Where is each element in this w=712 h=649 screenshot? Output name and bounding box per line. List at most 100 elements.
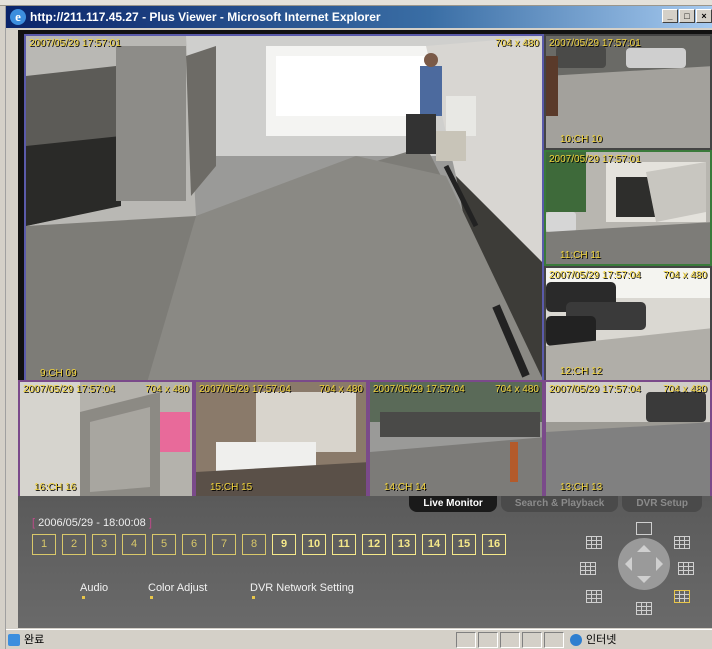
status-bar: 완료 인터넷: [6, 629, 712, 649]
maximize-icon[interactable]: □: [679, 9, 695, 23]
grid-9-icon[interactable]: [674, 536, 690, 549]
title-bar[interactable]: e http://211.117.45.27 - Plus Viewer - M…: [6, 6, 712, 28]
channel-button-9[interactable]: 9: [272, 534, 296, 555]
channel-buttons: 1 2 3 4 5 6 7 8 9 10 11 12 13 14 15 16: [32, 534, 506, 555]
mode-tabs: Live Monitor Search & Playback DVR Setup: [409, 496, 702, 514]
grid-16-icon[interactable]: [636, 602, 652, 615]
camera-timestamp: 2007/05/29 17:57:04: [549, 270, 641, 281]
tab-live-monitor[interactable]: Live Monitor: [409, 496, 497, 512]
tab-dvr-setup[interactable]: DVR Setup: [622, 496, 702, 512]
channel-button-6[interactable]: 6: [182, 534, 206, 555]
channel-button-8[interactable]: 8: [242, 534, 266, 555]
camera-bottom-4[interactable]: 2007/05/29 17:57:04 704 x 480 13:CH 13: [544, 380, 712, 498]
channel-button-10[interactable]: 10: [302, 534, 326, 555]
camera-resolution: 704 x 480: [495, 384, 539, 395]
camera-main[interactable]: 2007/05/29 17:57:01 704 x 480 9:CH 09: [24, 34, 544, 384]
audio-menu[interactable]: Audio: [80, 582, 108, 599]
bracket-open: [: [32, 517, 36, 529]
control-panel: Live Monitor Search & Playback DVR Setup…: [18, 496, 712, 628]
camera-timestamp: 2007/05/29 17:57:01: [29, 38, 121, 49]
grid-13-icon[interactable]: [674, 590, 690, 603]
camera-resolution: 704 x 480: [663, 384, 707, 395]
camera-resolution: 704 x 480: [663, 270, 707, 281]
arrow-left-icon[interactable]: [618, 557, 632, 571]
camera-channel-label: 11:CH 11: [560, 250, 601, 261]
channel-button-12[interactable]: 12: [362, 534, 386, 555]
camera-bottom-2[interactable]: 2007/05/29 17:57:04 704 x 480 15:CH 15: [194, 380, 368, 498]
camera-bottom-1-image: [20, 382, 192, 496]
grid-8-icon[interactable]: [678, 562, 694, 575]
grid-10-icon[interactable]: [586, 590, 602, 603]
bracket-close: ]: [148, 517, 152, 529]
grid-4-icon[interactable]: [586, 536, 602, 549]
arrow-right-icon[interactable]: [656, 557, 670, 571]
camera-bottom-3[interactable]: 2007/05/29 17:57:04 704 x 480 14:CH 14: [368, 380, 544, 498]
channel-button-16[interactable]: 16: [482, 534, 506, 555]
browser-window: e http://211.117.45.27 - Plus Viewer - M…: [0, 0, 712, 649]
dvr-network-setting-menu[interactable]: DVR Network Setting: [250, 582, 354, 599]
single-view-icon[interactable]: [636, 522, 652, 535]
channel-button-4[interactable]: 4: [122, 534, 146, 555]
page-done-icon: [8, 634, 20, 646]
camera-channel-label: 9:CH 09: [40, 368, 77, 379]
current-datetime: [ 2006/05/29 - 18:00:08 ]: [32, 517, 152, 529]
channel-button-14[interactable]: 14: [422, 534, 446, 555]
status-segment: [456, 632, 476, 648]
camera-channel-label: 10:CH 10: [560, 134, 603, 145]
channel-button-7[interactable]: 7: [212, 534, 236, 555]
window-title: http://211.117.45.27 - Plus Viewer - Mic…: [30, 10, 381, 24]
status-text: 완료: [24, 634, 45, 646]
camera-resolution: 704 x 480: [319, 384, 363, 395]
camera-timestamp: 2007/05/29 17:57:01: [549, 38, 641, 49]
camera-channel-label: 16:CH 16: [34, 482, 77, 493]
status-segment: [478, 632, 498, 648]
channel-button-15[interactable]: 15: [452, 534, 476, 555]
camera-channel-label: 14:CH 14: [384, 482, 427, 493]
status-segment: [544, 632, 564, 648]
channel-button-2[interactable]: 2: [62, 534, 86, 555]
camera-channel-label: 15:CH 15: [210, 482, 253, 493]
camera-side-2[interactable]: 2007/05/29 17:57:01 11:CH 11: [544, 150, 712, 266]
status-segment: [500, 632, 520, 648]
minimize-icon[interactable]: _: [662, 9, 678, 23]
camera-timestamp: 2007/05/29 17:57:04: [199, 384, 291, 395]
camera-timestamp: 2007/05/29 17:57:01: [549, 154, 641, 165]
camera-timestamp: 2007/05/29 17:57:04: [23, 384, 115, 395]
channel-button-5[interactable]: 5: [152, 534, 176, 555]
camera-side-1[interactable]: 2007/05/29 17:57:01 10:CH 10: [544, 34, 712, 150]
status-segment: [522, 632, 542, 648]
window-controls: _ □ ×: [662, 9, 712, 23]
camera-channel-label: 13:CH 13: [560, 482, 603, 493]
camera-side-1-image: [546, 36, 710, 148]
color-adjust-menu[interactable]: Color Adjust: [148, 582, 207, 599]
client-margin: [6, 28, 18, 629]
internet-zone-label: 인터넷: [586, 634, 617, 646]
camera-main-image: [26, 36, 542, 382]
camera-bottom-2-image: [196, 382, 366, 496]
arrow-up-icon[interactable]: [637, 538, 651, 552]
ie-icon: e: [10, 9, 26, 25]
layout-ptz-controls: [580, 516, 706, 616]
camera-timestamp: 2007/05/29 17:57:04: [549, 384, 641, 395]
camera-resolution: 704 x 480: [145, 384, 189, 395]
camera-side-3-image: [546, 268, 710, 380]
datetime-value: 2006/05/29 - 18:00:08: [38, 517, 146, 529]
channel-button-1[interactable]: 1: [32, 534, 56, 555]
camera-bottom-1[interactable]: 2007/05/29 17:57:04 704 x 480 16:CH 16: [18, 380, 194, 498]
camera-timestamp: 2007/05/29 17:57:04: [373, 384, 465, 395]
internet-zone-icon: [570, 634, 582, 646]
camera-side-2-image: [546, 152, 710, 264]
camera-bottom-3-image: [370, 382, 542, 496]
channel-button-11[interactable]: 11: [332, 534, 356, 555]
direction-pad: [618, 538, 670, 590]
arrow-down-icon[interactable]: [637, 576, 651, 590]
camera-resolution: 704 x 480: [495, 38, 539, 49]
channel-button-3[interactable]: 3: [92, 534, 116, 555]
grid-6-icon[interactable]: [580, 562, 596, 575]
camera-side-3[interactable]: 2007/05/29 17:57:04 704 x 480 12:CH 12: [544, 266, 712, 382]
close-icon[interactable]: ×: [696, 9, 712, 23]
channel-button-13[interactable]: 13: [392, 534, 416, 555]
tab-search-playback[interactable]: Search & Playback: [500, 496, 619, 512]
camera-bottom-4-image: [546, 382, 710, 496]
camera-channel-label: 12:CH 12: [560, 366, 603, 377]
